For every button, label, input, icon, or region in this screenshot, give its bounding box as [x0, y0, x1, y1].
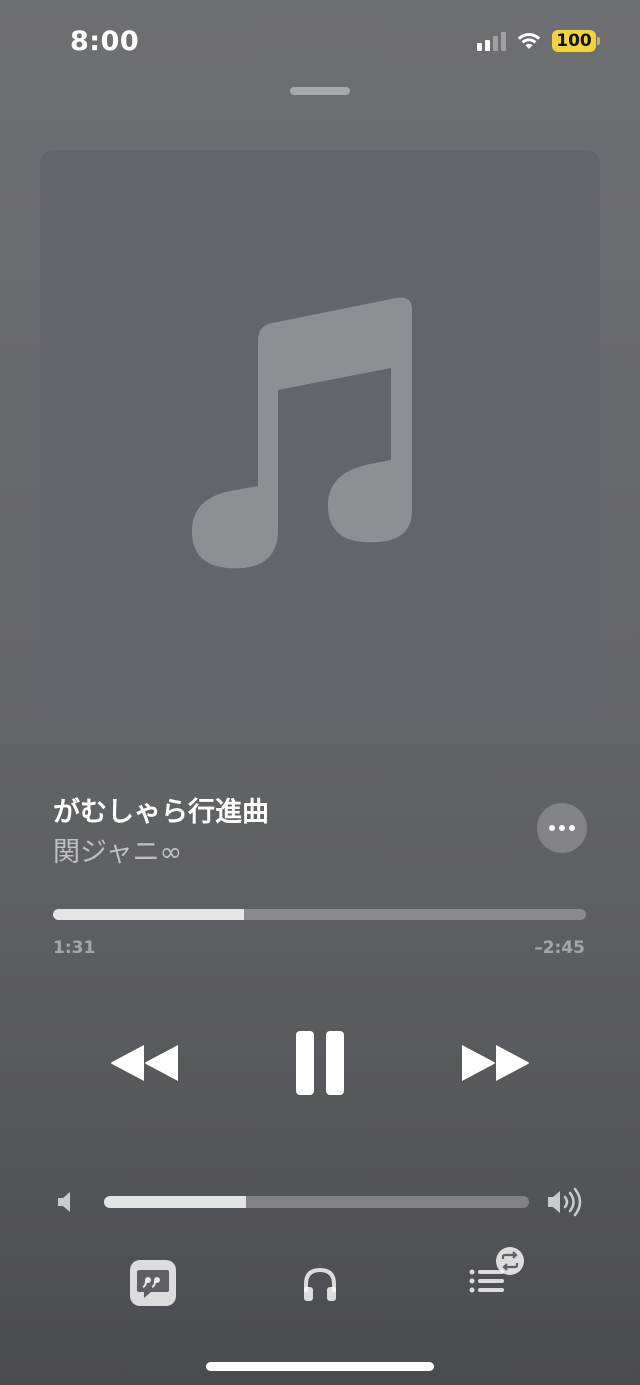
lyrics-button[interactable] [128, 1258, 178, 1308]
rewind-button[interactable] [108, 1035, 182, 1091]
pause-icon [296, 1030, 344, 1095]
home-indicator[interactable] [206, 1362, 434, 1371]
queue-icon [469, 1247, 524, 1293]
album-artwork [40, 150, 600, 712]
forward-button[interactable] [458, 1035, 532, 1091]
queue-button[interactable] [462, 1244, 528, 1306]
time-remaining: –2:45 [534, 938, 585, 958]
lyrics-icon [130, 1260, 176, 1306]
wifi-icon [517, 33, 541, 49]
headphones-icon [304, 1267, 336, 1301]
volume-slider[interactable] [104, 1196, 529, 1208]
time-elapsed: 1:31 [53, 938, 96, 958]
pause-button[interactable] [290, 1025, 350, 1100]
battery-icon: 100 [552, 30, 600, 52]
volume-low-icon [58, 1192, 70, 1212]
ellipsis-icon [549, 825, 555, 831]
forward-icon [462, 1045, 529, 1081]
track-artist[interactable]: 関ジャニ∞ [53, 830, 182, 869]
playback-progress-fill [53, 909, 244, 920]
volume-high-icon [548, 1187, 582, 1217]
sheet-grabber[interactable] [290, 87, 350, 95]
volume-fill [104, 1196, 247, 1208]
playback-scrubber[interactable] [53, 909, 586, 920]
airplay-button[interactable] [296, 1260, 344, 1308]
status-icons: 100 [477, 30, 600, 52]
track-title: がむしゃら行進曲 [53, 797, 269, 828]
music-note-icon [191, 297, 412, 569]
status-bar: 8:00 100 [0, 0, 640, 90]
status-time: 8:00 [70, 26, 140, 57]
more-options-button[interactable] [537, 803, 587, 853]
backward-icon [111, 1045, 178, 1081]
signal-icon [477, 31, 506, 51]
